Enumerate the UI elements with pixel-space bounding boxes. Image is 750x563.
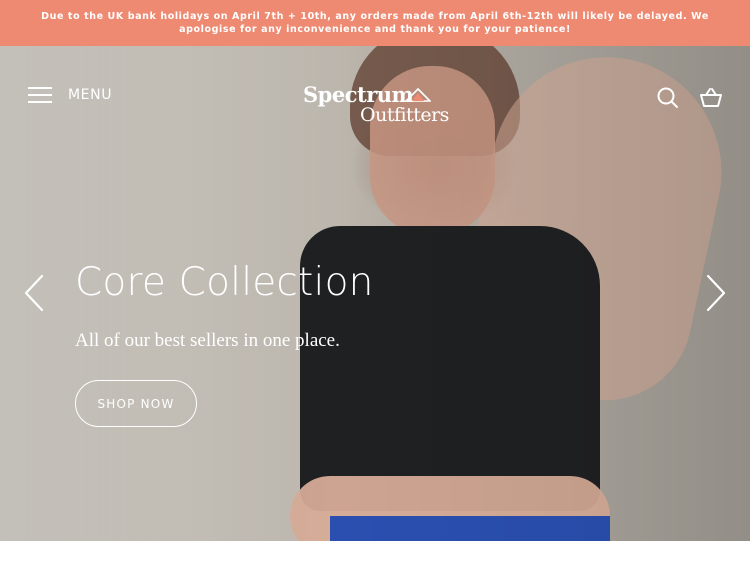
menu-label: MENU [68,87,113,103]
chevron-left-icon[interactable] [20,270,50,316]
page-content-start [0,541,750,563]
logo-line-2: Outfitters [360,104,449,126]
announcement-text: Due to the UK bank holidays on April 7th… [41,11,709,35]
menu-icon [28,86,52,104]
hero-title: Core Collection [75,260,374,305]
cart-icon[interactable] [698,85,724,111]
hero-subtitle: All of our best sellers in one place. [75,330,340,351]
shop-now-button[interactable]: SHOP NOW [75,380,197,427]
chevron-right-icon[interactable] [700,270,730,316]
search-icon[interactable] [655,85,681,111]
site-logo[interactable]: Spectrum Outfitters [303,74,453,126]
announcement-bar: Due to the UK bank holidays on April 7th… [0,0,750,46]
menu-button[interactable]: MENU [28,86,112,104]
logo-mark-icon [405,88,431,102]
site-header: MENU Spectrum Outfitters [0,74,750,126]
